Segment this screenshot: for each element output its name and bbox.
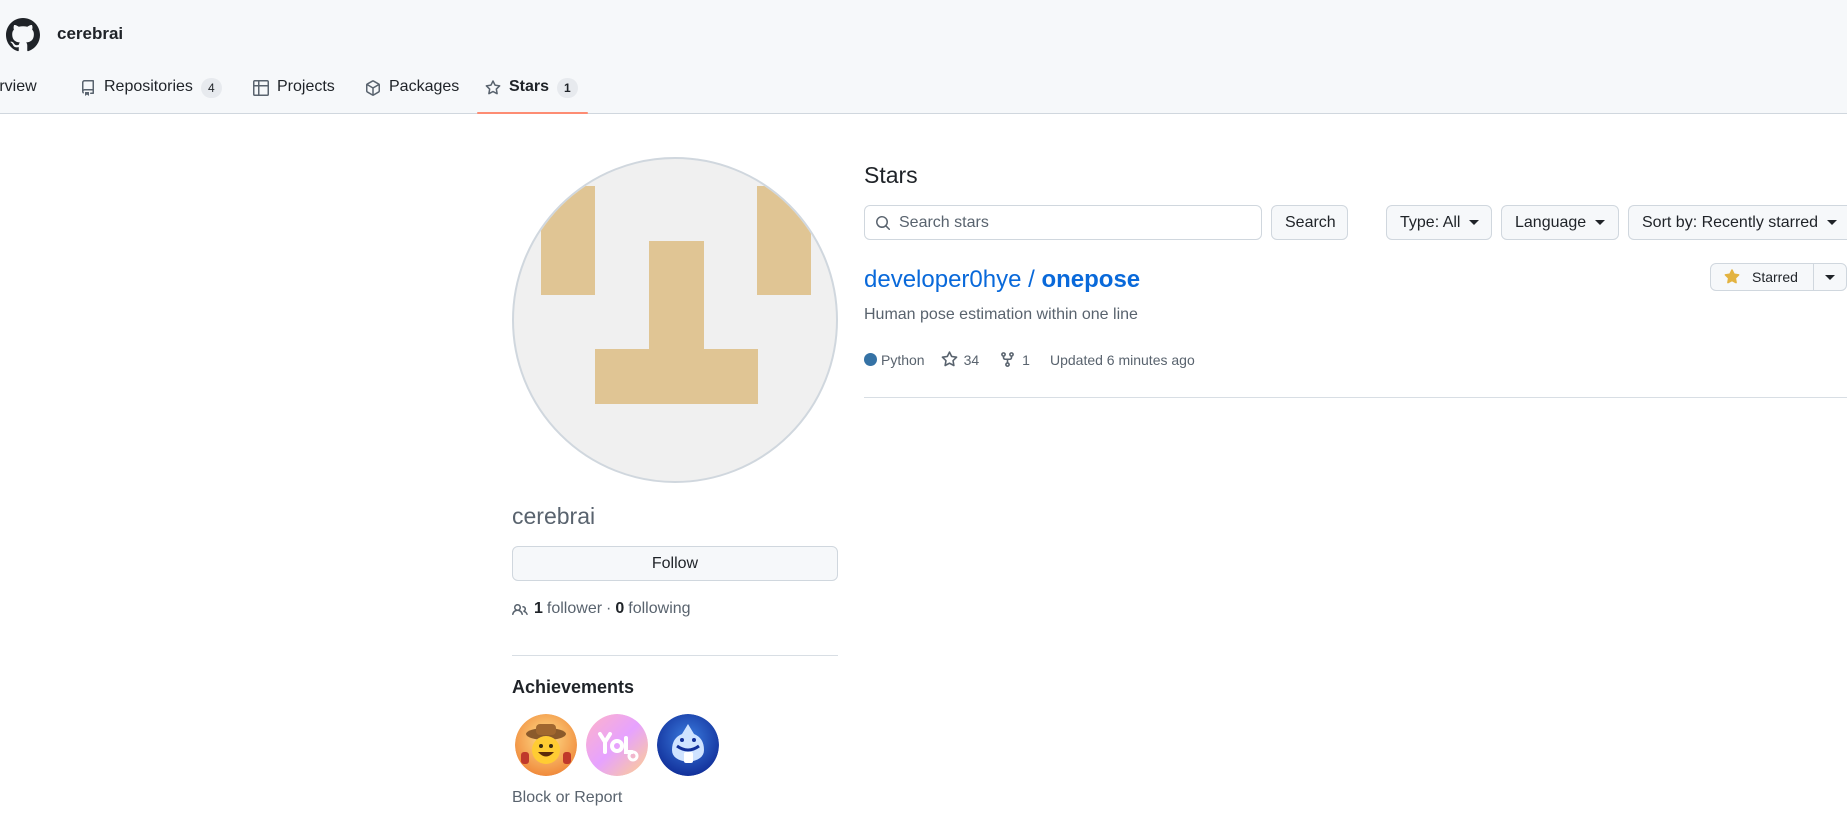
repo-separator: /: [1021, 266, 1042, 293]
search-stars-field[interactable]: [864, 205, 1262, 240]
repo-stars-count: 34: [963, 351, 980, 368]
tab-packages-label: Packages: [389, 78, 460, 95]
repo-language: Python: [864, 352, 925, 368]
language-filter-label: Language: [1515, 213, 1587, 231]
followers-count: 1: [534, 599, 543, 617]
starred-button-group: Starred: [1710, 263, 1847, 291]
repo-forks-count: 1: [1022, 351, 1030, 368]
repo-name: onepose: [1041, 266, 1141, 293]
caret-down-icon: [1595, 220, 1606, 225]
github-logo-icon[interactable]: [6, 18, 40, 52]
repo-owner: developer0hye: [864, 266, 1022, 293]
follow-button[interactable]: Follow: [512, 546, 838, 581]
fork-icon: [1001, 352, 1015, 367]
language-color-dot: [864, 353, 877, 366]
repo-description: Human pose estimation within one line: [864, 306, 1138, 323]
table-icon: [253, 80, 269, 96]
avatar: [512, 157, 838, 483]
tab-stars[interactable]: Stars 1: [477, 70, 588, 114]
language-filter-dropdown[interactable]: Language: [1501, 205, 1619, 240]
achievement-badge-cowboy-icon[interactable]: [515, 714, 577, 776]
search-button[interactable]: Search: [1271, 205, 1348, 240]
caret-down-icon: [1825, 274, 1835, 280]
followers-link[interactable]: 1 follower: [534, 600, 602, 618]
followers-separator: ·: [606, 599, 612, 617]
type-filter-label: Type: All: [1400, 213, 1461, 231]
tab-projects-label: Projects: [277, 78, 335, 95]
header-username[interactable]: cerebrai: [57, 24, 123, 44]
sidebar-divider: [512, 655, 838, 656]
starred-label: Starred: [1752, 269, 1798, 285]
following-count: 0: [615, 599, 625, 617]
unstar-button[interactable]: Starred: [1711, 264, 1814, 290]
tab-overview-label: Overview: [0, 78, 37, 95]
tab-packages[interactable]: Packages: [365, 70, 459, 114]
repo-icon: [82, 80, 94, 96]
repo-list-divider: [864, 397, 1847, 398]
tab-repositories-label: Repositories: [104, 78, 193, 95]
search-stars-input[interactable]: [899, 213, 1261, 232]
tab-repositories[interactable]: Repositories 4: [80, 70, 222, 114]
tab-projects[interactable]: Projects: [253, 70, 335, 114]
stars-count-badge: 1: [557, 78, 578, 98]
repo-language-label: Python: [881, 351, 925, 368]
achievement-badge-shark-icon[interactable]: [657, 714, 719, 776]
repo-updated-time: Updated 6 minutes ago: [1049, 351, 1195, 368]
followers-label: follower: [546, 599, 603, 617]
stars-heading: Stars: [864, 162, 918, 188]
repositories-count-badge: 4: [200, 78, 222, 98]
block-or-report-link[interactable]: Block or Report: [512, 789, 622, 807]
tab-overview[interactable]: Overview: [0, 70, 37, 114]
followers-summary: 1 follower · 0 following: [512, 599, 691, 618]
achievement-badge-yolo-icon[interactable]: [586, 714, 648, 776]
achievements-heading: Achievements: [512, 677, 635, 697]
following-label: following: [628, 599, 691, 617]
following-link[interactable]: 0 following: [615, 600, 690, 618]
type-filter-dropdown[interactable]: Type: All: [1386, 205, 1492, 240]
search-icon: [876, 216, 891, 231]
repo-stargazers-link[interactable]: 34: [941, 351, 980, 368]
sort-label: Sort by: Recently starred: [1642, 213, 1819, 231]
sort-dropdown[interactable]: Sort by: Recently starred: [1628, 205, 1847, 240]
star-list-dropdown-button[interactable]: [1814, 264, 1846, 290]
starred-repo-link[interactable]: developer0hye / onepose: [864, 266, 1140, 294]
tab-stars-label: Stars: [509, 78, 550, 95]
search-button-label: Search: [1285, 213, 1336, 231]
repo-meta: Python 34 1 Updated 6 minutes ago: [864, 351, 1215, 368]
star-icon: [485, 80, 501, 95]
package-icon: [366, 80, 380, 96]
profile-username: cerebrai: [512, 503, 596, 529]
repo-forks-link[interactable]: 1: [999, 351, 1030, 368]
caret-down-icon: [1827, 220, 1838, 225]
profile-header: cerebrai Overview Repositories 4 Project…: [0, 0, 1847, 114]
star-icon: [941, 351, 957, 367]
star-fill-icon: [1724, 269, 1740, 284]
caret-down-icon: [1469, 220, 1480, 225]
identicon-image: [541, 186, 811, 404]
people-icon: [512, 603, 528, 616]
